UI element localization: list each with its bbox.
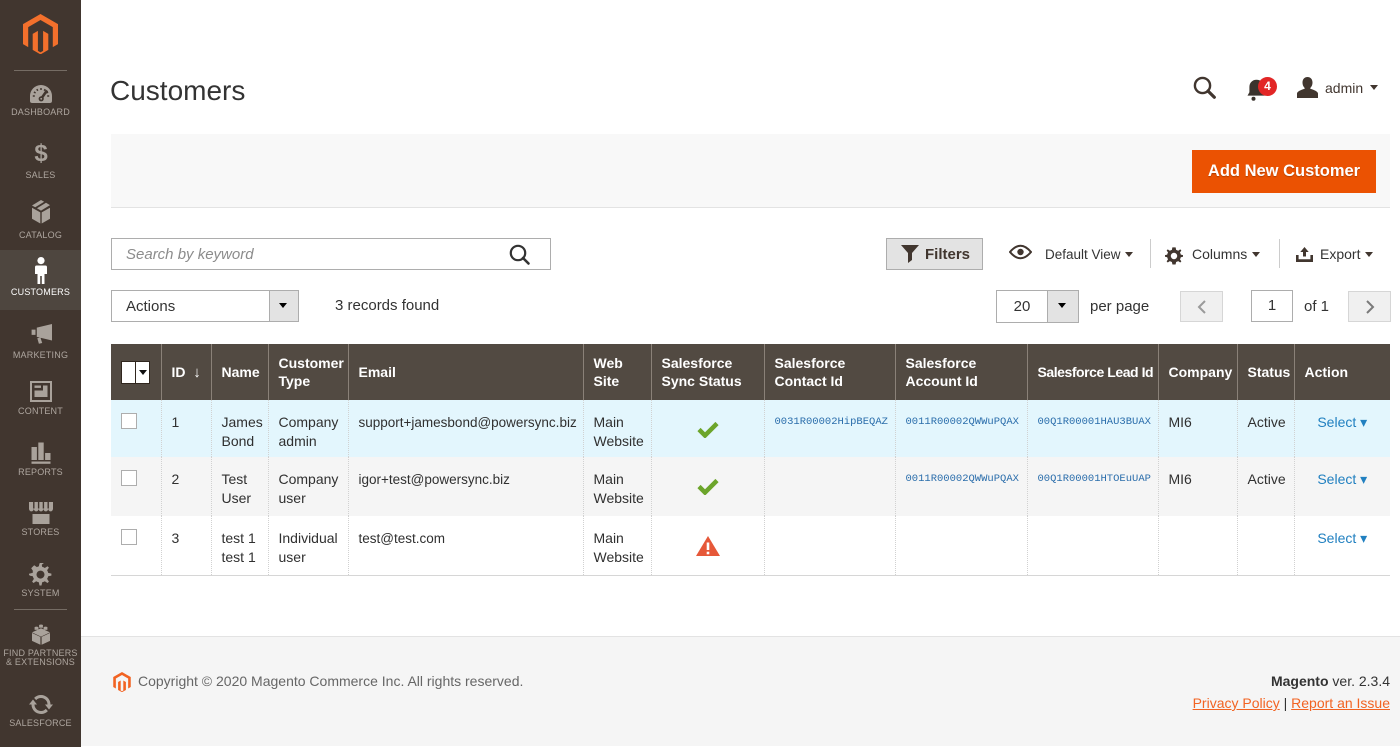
svg-text:$: $ (34, 141, 48, 165)
